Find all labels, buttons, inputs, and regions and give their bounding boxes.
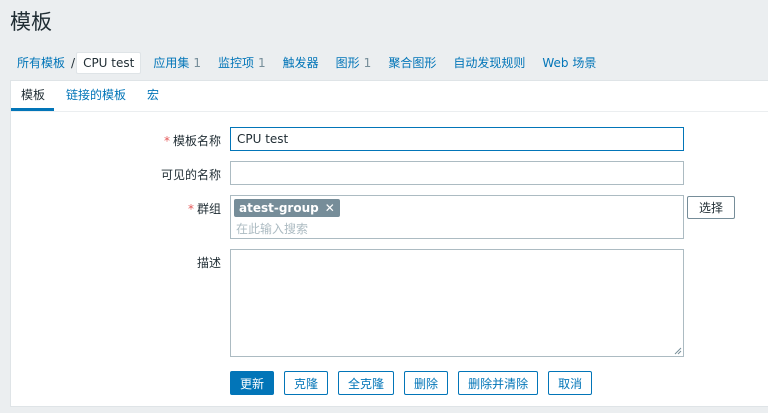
page-title: 模板 [10, 10, 52, 34]
full-clone-button[interactable]: 全克隆 [338, 371, 395, 395]
subnav-label: 监控项 [217, 56, 254, 70]
group-tag-label: atest-group [239, 201, 319, 215]
template-form-panel: 模板 链接的模板 宏 * 模板名称 CPU test 可见的名称 * 群组 ates… [10, 80, 768, 407]
tab-linked-templates[interactable]: 链接的模板 [56, 86, 135, 111]
subnav-count: 1 [193, 56, 201, 70]
groups-multiselect[interactable]: atest-group ✕ 在此输入搜索 [230, 195, 684, 239]
tab-template[interactable]: 模板 [11, 86, 55, 111]
breadcrumb-all-templates[interactable]: 所有模板 [10, 54, 71, 71]
subnav-triggers[interactable]: 触发器 [277, 54, 325, 71]
groups-label: * 群组 [188, 200, 221, 217]
subnav-web-scenarios[interactable]: Web 场景 [536, 54, 602, 71]
delete-and-clear-button[interactable]: 删除并清除 [458, 371, 539, 395]
subnav-items[interactable]: 监控项 1 [212, 54, 272, 71]
template-subnav: 所有模板 / CPU test 应用集 1 监控项 1 触发器 图形 1 聚合图形 自… [10, 50, 602, 75]
template-name-label-text: 模板名称 [172, 134, 221, 148]
subnav-count: 1 [363, 56, 372, 70]
subnav-count: 1 [258, 56, 266, 70]
description-textarea[interactable] [230, 249, 684, 357]
groups-label-text: 群组 [196, 202, 221, 216]
form-actions: 更新 克隆 全克隆 删除 删除并清除 取消 [230, 371, 602, 395]
groups-search-input[interactable]: 在此输入搜索 [234, 220, 680, 237]
subnav-applications[interactable]: 应用集 1 [147, 54, 207, 71]
visible-name-input[interactable] [230, 161, 684, 185]
visible-name-label: 可见的名称 [160, 168, 221, 182]
required-asterisk: * [163, 134, 170, 148]
template-name-label: * 模板名称 [164, 132, 221, 149]
clone-button[interactable]: 克隆 [284, 371, 329, 395]
tab-macros[interactable]: 宏 [137, 86, 168, 111]
resize-grip-icon[interactable] [674, 347, 682, 355]
cancel-button[interactable]: 取消 [548, 371, 593, 395]
subnav-discovery-rules[interactable]: 自动发现规则 [447, 54, 531, 71]
groups-select-button[interactable]: 选择 [687, 196, 735, 219]
group-tag: atest-group ✕ [234, 199, 340, 217]
required-asterisk: * [187, 202, 194, 216]
form-tabs: 模板 链接的模板 宏 [11, 81, 768, 112]
subnav-label: 应用集 [153, 56, 190, 70]
breadcrumb-current-template[interactable]: CPU test [76, 51, 142, 74]
subnav-graphs[interactable]: 图形 1 [330, 54, 378, 71]
update-button[interactable]: 更新 [230, 371, 275, 395]
subnav-screens[interactable]: 聚合图形 [382, 54, 442, 71]
remove-tag-icon[interactable]: ✕ [325, 201, 335, 215]
template-name-input[interactable]: CPU test [230, 127, 684, 151]
delete-button[interactable]: 删除 [404, 371, 449, 395]
description-label: 描述 [196, 256, 221, 270]
subnav-label: 图形 [335, 56, 360, 70]
